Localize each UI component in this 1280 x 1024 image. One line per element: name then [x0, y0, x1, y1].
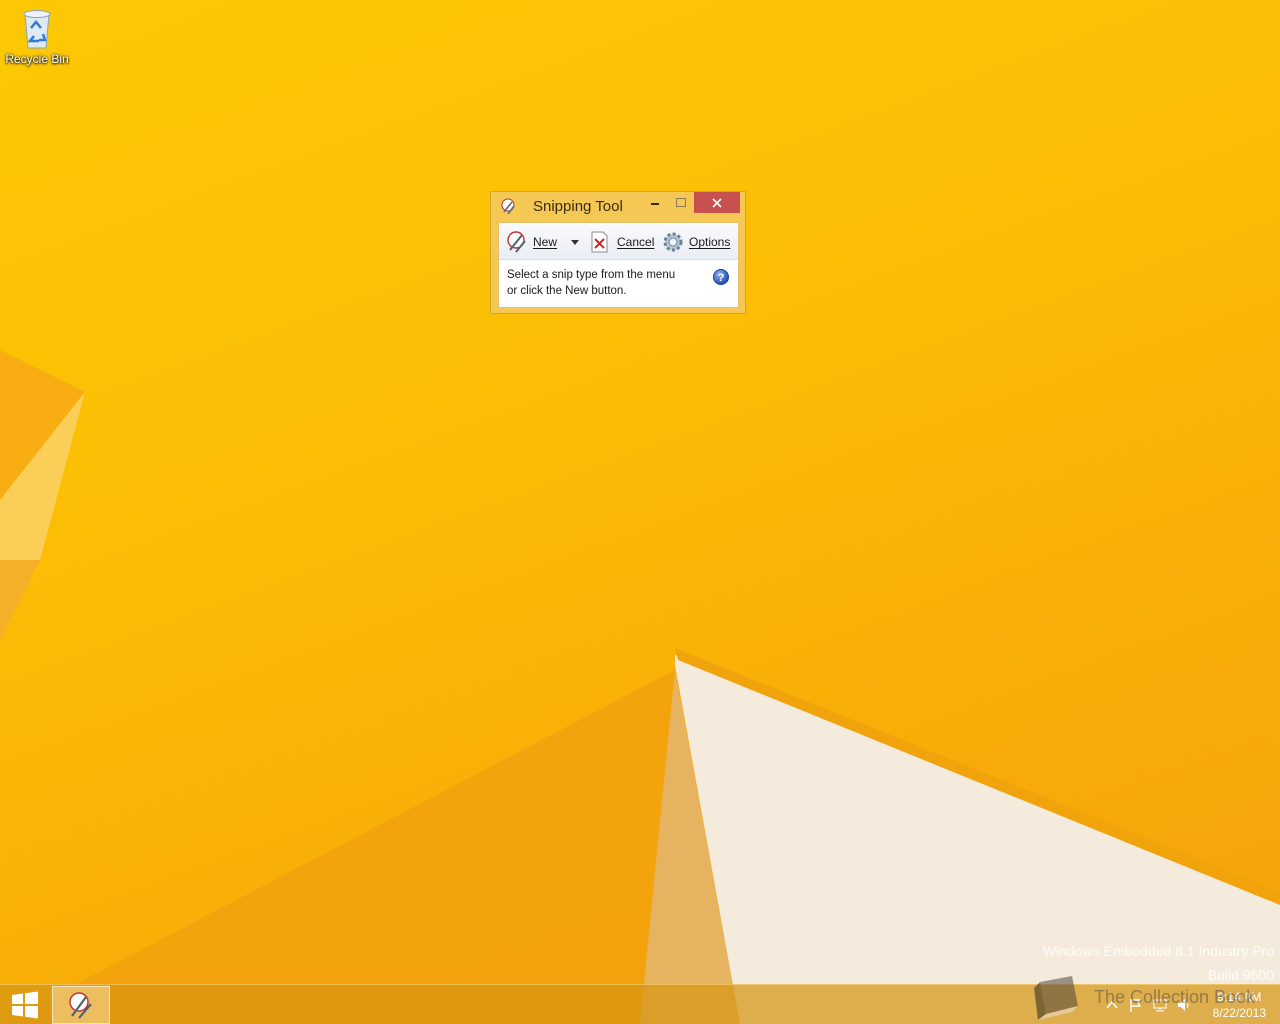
- windows-logo-icon: [12, 991, 38, 1019]
- maximize-button[interactable]: [669, 192, 693, 213]
- maximize-icon: [676, 197, 686, 207]
- start-button[interactable]: [0, 985, 50, 1024]
- new-snip-icon: [507, 231, 526, 253]
- title-bar[interactable]: Snipping Tool: [491, 192, 745, 220]
- taskbar: 9:14 AM 8/22/2013: [0, 984, 1280, 1024]
- gear-icon: [663, 232, 683, 252]
- instruction-line-2: or click the New button.: [507, 285, 627, 297]
- options-button[interactable]: Options: [661, 228, 730, 256]
- snipping-tool-window: Snipping Tool New Cancel Options Select …: [490, 191, 746, 314]
- new-snip-button[interactable]: New: [505, 228, 557, 256]
- snip-type-dropdown[interactable]: [567, 228, 583, 256]
- cancel-icon: [591, 231, 608, 253]
- desktop-icon-recycle-bin[interactable]: Recycle Bin: [4, 6, 70, 76]
- instruction-text: Select a snip type from the menu or clic…: [507, 267, 697, 299]
- desktop-icon-label: Recycle Bin: [5, 52, 69, 66]
- options-label: Options: [689, 235, 731, 249]
- window-title: Snipping Tool: [533, 198, 623, 215]
- taskbar-snipping-tool[interactable]: [52, 986, 110, 1024]
- minimize-icon: [651, 202, 659, 205]
- new-label: New: [533, 235, 558, 249]
- recycle-bin-icon: [23, 10, 51, 49]
- close-icon: [712, 197, 722, 208]
- cancel-label: Cancel: [617, 235, 655, 249]
- desktop-wallpaper: [0, 350, 1280, 1024]
- snipping-tool-icon: [69, 992, 92, 1019]
- instruction-line-1: Select a snip type from the menu: [507, 269, 676, 281]
- edition-text: Windows Embedded 8.1 Industry Pro: [1042, 943, 1274, 959]
- chevron-down-icon: [571, 239, 579, 245]
- toolbar: New Cancel Options: [499, 223, 738, 260]
- close-button[interactable]: [694, 192, 740, 213]
- minimize-button[interactable]: [643, 192, 667, 213]
- client-area: New Cancel Options Select a snip type fr…: [498, 222, 739, 308]
- overlay-watermark-text: The Collection Book: [1094, 987, 1256, 1007]
- help-icon[interactable]: ?: [713, 269, 729, 285]
- snipping-tool-icon: [501, 198, 515, 215]
- book-logo-icon: [1034, 976, 1078, 1020]
- cancel-button[interactable]: Cancel: [587, 228, 654, 256]
